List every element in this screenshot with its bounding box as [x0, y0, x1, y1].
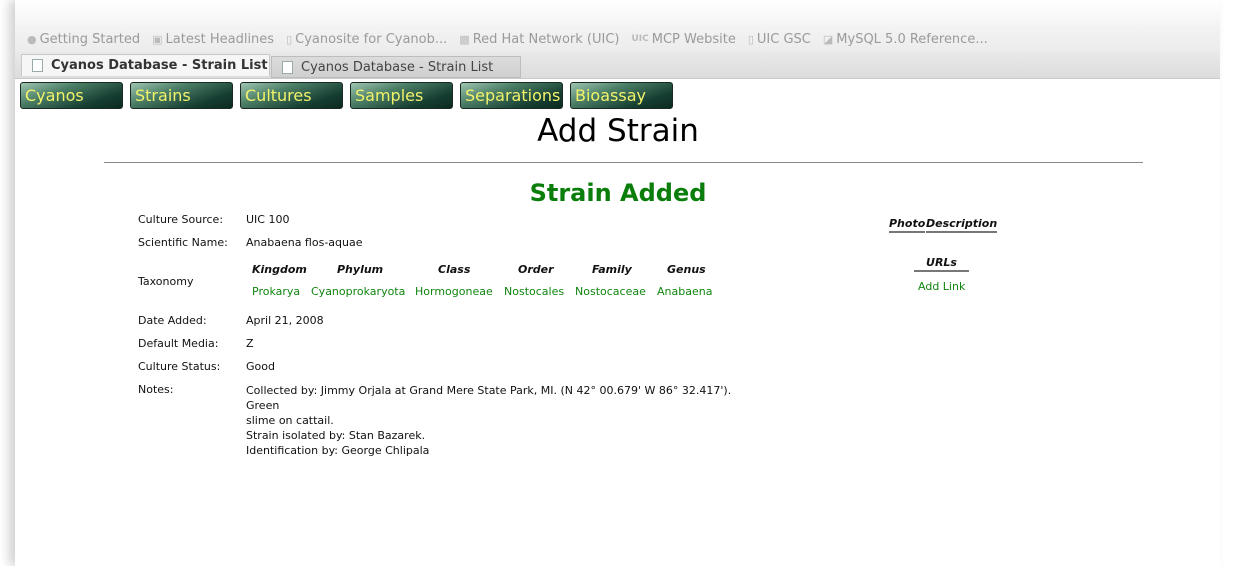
rss-icon: ▣	[152, 32, 163, 46]
date-added-value: April 21, 2008	[246, 314, 324, 327]
page-title: Add Strain	[537, 113, 699, 149]
page-icon: ▯	[286, 32, 293, 46]
tab-strain-list-active[interactable]: Cyanos Database - Strain List	[21, 54, 270, 76]
page-icon: ▯	[747, 32, 754, 46]
taxonomy-class-link[interactable]: Hormogoneae	[415, 285, 493, 298]
add-link-button[interactable]: Add Link	[918, 280, 965, 293]
scientific-name-value: Anabaena flos-aquae	[246, 236, 363, 249]
culture-source-label: Culture Source:	[138, 213, 224, 226]
taxonomy-header-order: Order	[518, 263, 554, 276]
culture-status-value: Good	[246, 360, 275, 373]
photo-header: Photo	[889, 217, 926, 233]
notes-label: Notes:	[138, 383, 174, 396]
bookmark-getting-started[interactable]: ● Getting Started	[27, 32, 140, 47]
bookmark-mcp-website[interactable]: UIC MCP Website	[631, 32, 735, 47]
taxonomy-header-phylum: Phylum	[337, 263, 384, 276]
nav-cultures-button[interactable]: Cultures	[240, 82, 343, 109]
bookmark-red-hat-network[interactable]: ▩ Red Hat Network (UIC)	[459, 32, 619, 47]
mysql-icon: ◪	[822, 32, 834, 46]
taxonomy-header-kingdom: Kingdom	[252, 263, 307, 276]
notes-line: slime on cattail.	[246, 414, 334, 427]
uic-icon: UIC	[631, 34, 649, 44]
taxonomy-order-link[interactable]: Nostocales	[504, 285, 564, 298]
description-header: Description	[926, 217, 998, 233]
culture-status-label: Culture Status:	[138, 360, 221, 373]
taxonomy-header-genus: Genus	[667, 263, 706, 276]
divider	[104, 162, 1143, 163]
notes-line: Identification by: George Chlipala	[246, 444, 430, 457]
redhat-icon: ▩	[459, 32, 470, 46]
taxonomy-phylum-link[interactable]: Cyanoprokaryota	[311, 285, 405, 298]
default-media-value: Z	[246, 337, 254, 350]
urls-header: URLs	[914, 256, 969, 272]
taxonomy-genus-link[interactable]: Anabaena	[657, 285, 712, 298]
default-media-label: Default Media:	[138, 337, 219, 350]
taxonomy-kingdom-link[interactable]: Prokarya	[252, 285, 300, 298]
tab-strain-list[interactable]: Cyanos Database - Strain List	[271, 56, 521, 78]
culture-source-value: UIC 100	[246, 213, 290, 226]
firefox-icon: ●	[27, 32, 37, 46]
bookmark-latest-headlines[interactable]: ▣ Latest Headlines	[152, 32, 274, 47]
status-message: Strain Added	[529, 179, 707, 207]
page-icon	[32, 59, 43, 72]
scientific-name-label: Scientific Name:	[138, 236, 228, 249]
notes-line: Strain isolated by: Stan Bazarek.	[246, 429, 426, 442]
nav-bioassay-button[interactable]: Bioassay	[570, 82, 673, 109]
bookmark-mysql-reference[interactable]: ◪ MySQL 5.0 Reference...	[823, 32, 988, 47]
taxonomy-family-link[interactable]: Nostocaceae	[575, 285, 646, 298]
taxonomy-header-class: Class	[438, 263, 471, 276]
notes-value: Collected by: Jimmy Orjala at Grand Mere…	[246, 383, 766, 458]
nav-strains-button[interactable]: Strains	[130, 82, 233, 109]
taxonomy-label: Taxonomy	[138, 275, 194, 288]
tab-bar: Cyanos Database - Strain List Cyanos Dat…	[15, 52, 1220, 79]
bookmark-uic-gsc[interactable]: ▯ UIC GSC	[748, 32, 811, 47]
bookmarks-toolbar: ● Getting Started ▣ Latest Headlines ▯ C…	[15, 26, 1220, 52]
notes-line: Collected by: Jimmy Orjala at Grand Mere…	[246, 384, 735, 412]
bookmark-cyanosite[interactable]: ▯ Cyanosite for Cyanob...	[286, 32, 447, 47]
nav-separations-button[interactable]: Separations	[460, 82, 563, 109]
date-added-label: Date Added:	[138, 314, 207, 327]
nav-cyanos-button[interactable]: Cyanos	[20, 82, 123, 109]
taxonomy-header-family: Family	[592, 263, 632, 276]
nav-samples-button[interactable]: Samples	[350, 82, 453, 109]
page-icon	[282, 60, 293, 74]
title-bar	[15, 0, 1220, 26]
